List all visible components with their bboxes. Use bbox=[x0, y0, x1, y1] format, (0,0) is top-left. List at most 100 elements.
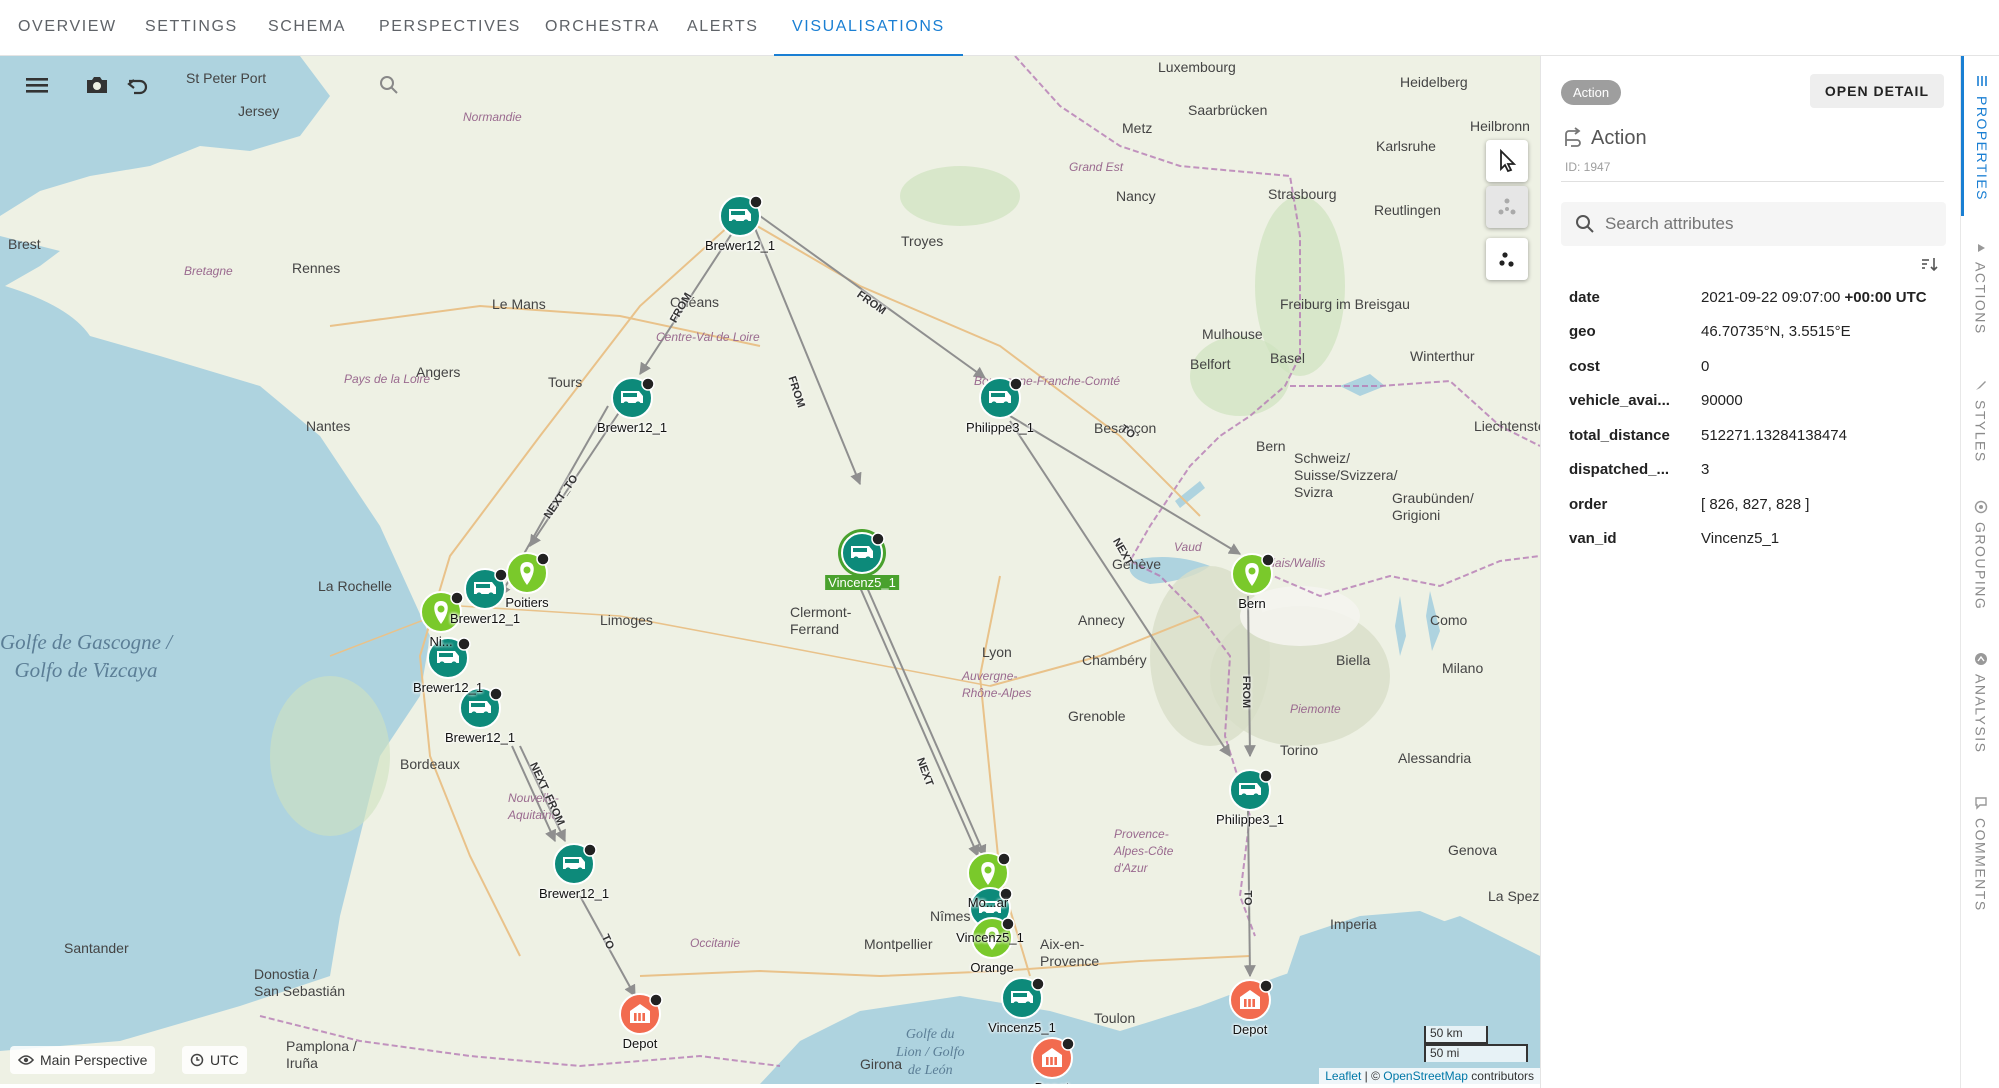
van-node[interactable] bbox=[719, 195, 763, 237]
camera-icon[interactable] bbox=[84, 74, 110, 101]
leaflet-link[interactable]: Leaflet bbox=[1325, 1069, 1361, 1083]
search-icon bbox=[1576, 215, 1594, 233]
badge-icon bbox=[1259, 979, 1273, 993]
node-label: Brewer12_1 bbox=[444, 730, 516, 745]
undo-icon[interactable] bbox=[126, 74, 150, 101]
attribute-row: geo 46.70735°N, 3.5515°E bbox=[1569, 315, 1949, 350]
attribute-value-text: 3 bbox=[1701, 461, 1710, 479]
attribute-value: 46.70735°N, 3.5515°E bbox=[1701, 323, 1851, 340]
attribute-row: total_distance 512271.13284138474 bbox=[1569, 418, 1949, 453]
tab-analysis[interactable]: ANALYSIS bbox=[1961, 652, 1999, 753]
attribute-row: order [ 826, 827, 828 ] bbox=[1569, 487, 1949, 522]
node-label: Brewer12_1 bbox=[538, 886, 610, 901]
analysis-icon bbox=[1974, 653, 1987, 665]
badge-icon bbox=[1009, 377, 1023, 391]
attribute-key: dispatched_... bbox=[1569, 461, 1670, 479]
open-detail-button[interactable]: OPEN DETAIL bbox=[1809, 74, 1944, 108]
attribute-row: dispatched_... 3 bbox=[1569, 453, 1949, 488]
badge-icon bbox=[1001, 917, 1015, 931]
location-pin-node[interactable] bbox=[967, 852, 1011, 894]
badge-icon bbox=[583, 843, 597, 857]
attribute-row: vehicle_avai... 90000 bbox=[1569, 384, 1949, 419]
tab-grouping[interactable]: GROUPING bbox=[1961, 500, 1999, 610]
timezone-indicator[interactable]: UTC bbox=[182, 1046, 247, 1074]
eye-icon bbox=[18, 1055, 34, 1065]
van-node[interactable] bbox=[1001, 977, 1045, 1019]
attribute-value: 3 bbox=[1701, 461, 1709, 478]
badge-icon bbox=[997, 852, 1011, 866]
perspective-indicator[interactable]: Main Perspective bbox=[10, 1046, 156, 1074]
badge-icon bbox=[649, 993, 663, 1007]
divider bbox=[1561, 181, 1944, 182]
van-node[interactable] bbox=[838, 529, 886, 577]
network-layout-button[interactable] bbox=[1486, 186, 1528, 228]
van-node[interactable] bbox=[611, 377, 655, 419]
tab-properties[interactable]: PROPERTIES bbox=[1961, 56, 1999, 216]
tab-label: ACTIONS bbox=[1972, 262, 1989, 335]
attribute-search[interactable] bbox=[1561, 202, 1946, 246]
van-node[interactable] bbox=[553, 843, 597, 885]
attribute-value: 0 bbox=[1701, 358, 1709, 375]
attribute-value: Vincenz5_1 bbox=[1701, 530, 1779, 547]
van-node[interactable] bbox=[1229, 769, 1273, 811]
location-pin-node[interactable] bbox=[1231, 553, 1275, 595]
badge-icon bbox=[489, 687, 503, 701]
attribute-value: [ 826, 827, 828 ] bbox=[1701, 496, 1809, 513]
attribute-key: total_distance bbox=[1569, 426, 1670, 444]
map-canvas[interactable]: St Peter Port Jersey Normandie Brest Bre… bbox=[0, 56, 1540, 1084]
tab-alerts[interactable]: ALERTS bbox=[669, 0, 777, 56]
tab-label: GROUPING bbox=[1972, 522, 1989, 611]
osm-link[interactable]: OpenStreetMap bbox=[1383, 1069, 1468, 1083]
tab-orchestra[interactable]: ORCHESTRA bbox=[527, 0, 678, 56]
van-node[interactable] bbox=[979, 377, 1023, 419]
node-label: Vincenz5_1 bbox=[988, 1020, 1056, 1035]
menu-icon[interactable] bbox=[24, 74, 50, 101]
cluster-layout-button[interactable] bbox=[1486, 238, 1528, 280]
node-label: Depot bbox=[1035, 1080, 1070, 1084]
search-attributes-input[interactable] bbox=[1605, 214, 1925, 234]
attribute-row: van_id Vincenz5_1 bbox=[1569, 522, 1949, 557]
select-pointer-button[interactable] bbox=[1486, 140, 1528, 182]
depot-node[interactable] bbox=[619, 993, 663, 1035]
tab-visualisations[interactable]: VISUALISATIONS bbox=[774, 0, 963, 56]
tab-label: STYLES bbox=[1972, 400, 1989, 463]
side-tabs: PROPERTIES ACTIONS STYLES GROUPING ANALY… bbox=[1960, 56, 1999, 1088]
attribute-value-suffix: +00:00 UTC bbox=[1844, 288, 1927, 306]
tab-settings[interactable]: SETTINGS bbox=[127, 0, 256, 56]
sort-icon[interactable] bbox=[1920, 256, 1938, 277]
graph-nodes bbox=[420, 195, 1275, 1079]
depot-node[interactable] bbox=[1229, 979, 1273, 1021]
comment-icon bbox=[1974, 797, 1987, 810]
attribute-value: 90000 bbox=[1701, 392, 1743, 409]
attribute-value-text: Vincenz5_1 bbox=[1701, 530, 1780, 548]
network-icon bbox=[1498, 198, 1516, 215]
tab-comments[interactable]: COMMENTS bbox=[1961, 796, 1999, 912]
van-node[interactable] bbox=[464, 568, 508, 610]
attribute-key: cost bbox=[1569, 357, 1600, 375]
tab-overview[interactable]: OVERVIEW bbox=[0, 0, 135, 56]
tab-schema[interactable]: SCHEMA bbox=[250, 0, 364, 56]
attribution-sep: | © bbox=[1361, 1069, 1384, 1083]
search-icon[interactable] bbox=[378, 74, 400, 101]
tab-styles[interactable]: STYLES bbox=[1961, 378, 1999, 463]
grouping-icon bbox=[1974, 500, 1987, 514]
badge-icon bbox=[457, 637, 471, 651]
map-attribution: Leaflet | © OpenStreetMap contributors bbox=[1319, 1068, 1540, 1084]
attribute-key: geo bbox=[1569, 323, 1596, 341]
node-label: Vincenz5_1 bbox=[956, 930, 1024, 945]
map-scale: 50 km 50 mi bbox=[1424, 1026, 1528, 1062]
attribute-key: van_id bbox=[1569, 530, 1617, 548]
depot-node[interactable] bbox=[1031, 1037, 1075, 1079]
node-label: Ni... bbox=[429, 634, 453, 649]
tab-actions[interactable]: ACTIONS bbox=[1961, 242, 1999, 335]
attribute-key: vehicle_avai... bbox=[1569, 392, 1670, 410]
clock-icon bbox=[190, 1053, 204, 1067]
badge-icon bbox=[536, 552, 550, 566]
pointer-icon bbox=[1500, 149, 1517, 173]
location-pin-node[interactable] bbox=[506, 552, 550, 594]
tab-perspectives[interactable]: PERSPECTIVES bbox=[361, 0, 539, 56]
top-navigation: OVERVIEW SETTINGS SCHEMA PERSPECTIVES OR… bbox=[0, 0, 1999, 56]
attribute-value: 2021-09-22 09:07:00 +00:00 UTC bbox=[1701, 289, 1927, 306]
node-label: Brewer12_1 bbox=[596, 420, 668, 435]
node-label: Orange bbox=[970, 960, 1014, 975]
